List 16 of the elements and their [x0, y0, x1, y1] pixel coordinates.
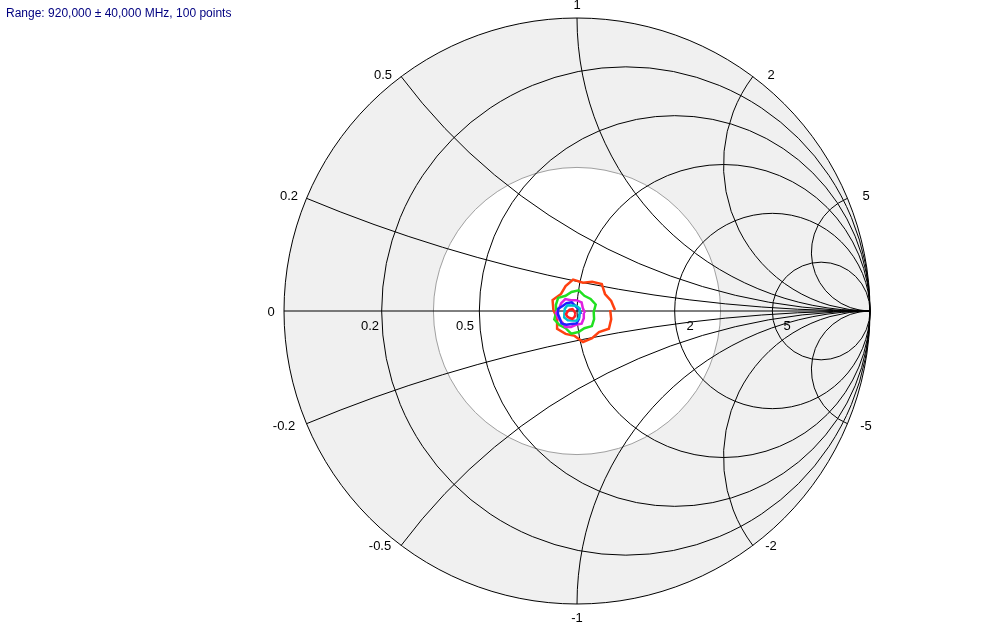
reactance-label: 0.5 — [373, 67, 393, 82]
reactance-label: 5 — [862, 188, 870, 203]
reactance-label: -1 — [571, 610, 583, 625]
trace-curves-drawing — [551, 278, 617, 344]
reactance-label: -0.2 — [272, 418, 296, 433]
reactance-label: -2 — [765, 538, 777, 553]
range-text: Range: 920,000 ± 40,000 MHz, 100 points — [6, 5, 232, 22]
reactance-label: 0.2 — [279, 188, 299, 203]
resistance-label: 0.2 — [360, 318, 380, 333]
reactance-label: -5 — [860, 418, 872, 433]
reactance-label: 1 — [573, 0, 581, 12]
reactance-label: -0.5 — [368, 538, 392, 553]
resistance-label: 2 — [686, 318, 694, 333]
reactance-label: 2 — [767, 67, 775, 82]
resistance-label: 0.5 — [455, 318, 475, 333]
resistance-label: 0 — [267, 304, 275, 319]
